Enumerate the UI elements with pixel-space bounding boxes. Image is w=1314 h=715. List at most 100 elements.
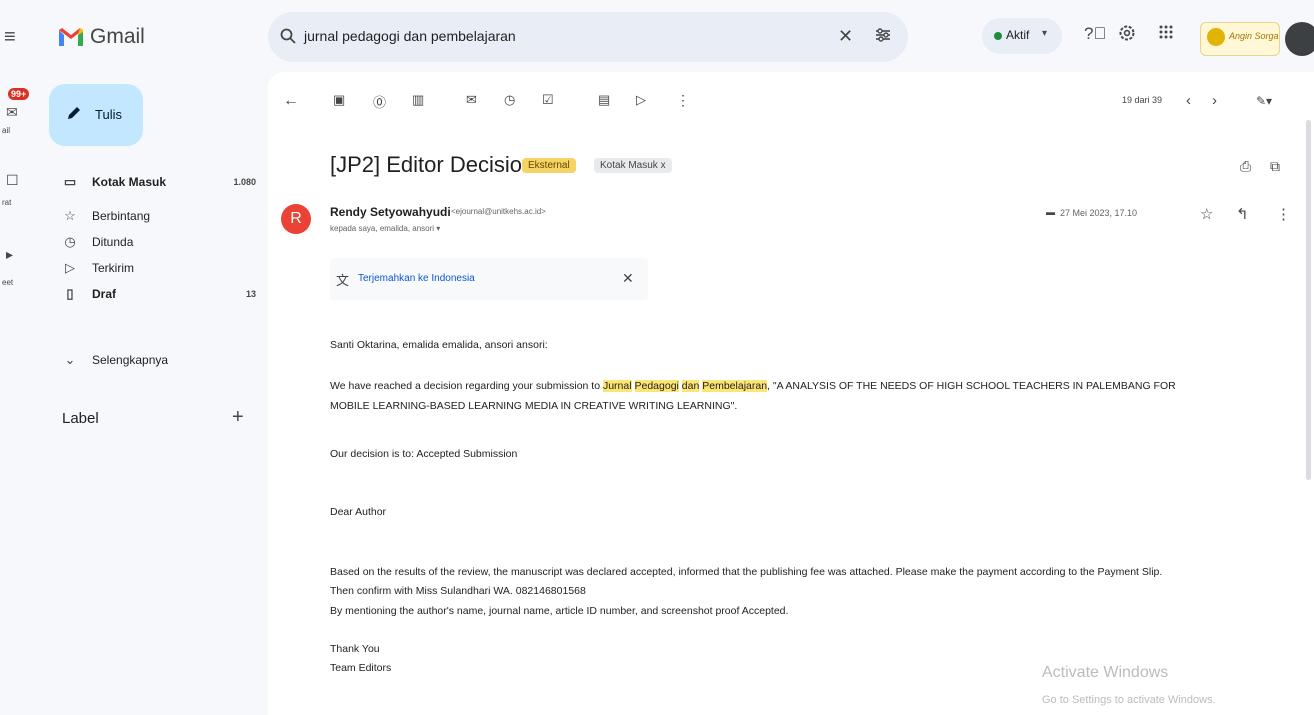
body-paragraph-2-line-1: Based on the results of the review, the …: [330, 566, 1163, 578]
nav-starred-label: Berbintang: [92, 209, 151, 223]
status-dot: [994, 32, 1002, 40]
clear-search-icon[interactable]: ✕: [838, 26, 853, 47]
body-paragraph-1: We have reached a decision regarding you…: [330, 380, 1176, 392]
help-icon[interactable]: ?⃝: [1084, 24, 1106, 44]
nav-snoozed[interactable]: ◷ Ditunda: [62, 228, 262, 256]
clock-icon: ◷: [64, 234, 76, 249]
mail-icon[interactable]: ✉: [6, 104, 18, 121]
more-vert-icon[interactable]: ⋮: [1276, 205, 1291, 223]
main-menu-icon[interactable]: ≡: [4, 26, 16, 49]
compose-label: Tulis: [95, 107, 122, 122]
chevron-left-icon[interactable]: ‹: [1186, 92, 1191, 109]
unread-badge: 99+: [8, 88, 30, 100]
search-bar[interactable]: jurnal pedagogi dan pembelajaran ✕: [268, 12, 908, 62]
gmail-wordmark: Gmail: [90, 25, 145, 48]
recipients-line[interactable]: kepada saya, emalida, ansori ▾: [330, 224, 440, 233]
nav-sent[interactable]: ▷ Terkirim: [62, 254, 262, 282]
nav-drafts[interactable]: ▯ Draf 13: [62, 280, 262, 308]
search-options-icon[interactable]: [874, 26, 892, 44]
chat-icon[interactable]: ☐: [6, 172, 19, 189]
snooze-icon[interactable]: ◷: [504, 92, 515, 108]
nav-more-label: Selengkapnya: [92, 353, 169, 367]
label-icon[interactable]: ▷: [636, 92, 646, 108]
gmail-m-icon: [59, 28, 83, 46]
nav-inbox[interactable]: ▭ Kotak Masuk 1.080: [62, 168, 262, 196]
search-icon[interactable]: [280, 28, 296, 44]
body-p1-pre: We have reached a decision regarding you…: [330, 380, 603, 392]
open-in-new-window-icon[interactable]: ⧉: [1270, 158, 1280, 175]
labels-heading: Label: [62, 410, 99, 427]
chevron-right-icon[interactable]: ›: [1212, 92, 1217, 109]
app-rail: ≡ 99+ ✉ ail ☐ rat ▸ eet: [0, 0, 38, 715]
logo-emblem: [1207, 28, 1225, 46]
sender-email: <ejournal@unitkehs.ac.id>: [451, 207, 546, 216]
attachment-icon: ▬: [1046, 207, 1055, 217]
pagination-count: 19 dari 39: [1122, 95, 1163, 105]
report-spam-icon[interactable]: ⓪: [373, 92, 386, 111]
body-p1-post: , "A ANALYSIS OF THE NEEDS OF HIGH SCHOO…: [767, 380, 1176, 392]
more-vert-icon[interactable]: ⋮: [676, 92, 690, 109]
highlight-term: Jurnal: [602, 380, 632, 392]
body-paragraph-2-line-2: Then confirm with Miss Sulandhari WA. 08…: [330, 585, 586, 597]
star-icon[interactable]: ☆: [1200, 205, 1213, 223]
meet-icon[interactable]: ▸: [6, 246, 13, 263]
close-icon[interactable]: ✕: [622, 270, 634, 287]
body-closing-1: Thank You: [330, 643, 380, 655]
nav-sent-label: Terkirim: [92, 261, 134, 275]
nav-drafts-count: 13: [245, 289, 256, 299]
body-closing-2: Team Editors: [330, 662, 392, 674]
sender-avatar: R: [281, 204, 311, 234]
settings-icon[interactable]: [1118, 24, 1136, 42]
organization-logo[interactable]: Angin Sorga: [1200, 22, 1280, 56]
nav-inbox-label: Kotak Masuk: [92, 175, 167, 189]
add-label-button[interactable]: +: [232, 406, 244, 429]
body-greeting: Santi Oktarina, emalida emalida, ansori …: [330, 339, 548, 351]
activate-windows-subtitle: Go to Settings to activate Windows.: [1042, 694, 1216, 706]
add-to-tasks-icon[interactable]: ☑: [542, 92, 554, 108]
translate-link[interactable]: Terjemahkan ke Indonesia: [358, 273, 475, 284]
highlight-term: Pedagogi: [634, 380, 679, 392]
message-date: 27 Mei 2023, 17.10: [1060, 208, 1138, 218]
compose-button[interactable]: Tulis: [49, 84, 143, 146]
status-label: Aktif: [1006, 28, 1030, 42]
star-icon: ☆: [64, 208, 76, 223]
rail-label-meet[interactable]: eet: [2, 278, 13, 287]
mark-unread-icon[interactable]: ✉: [466, 92, 477, 108]
draft-icon: ▯: [66, 286, 74, 301]
chevron-down-icon: ▾: [1042, 28, 1048, 39]
nav-drafts-label: Draf: [92, 287, 117, 301]
translate-bar: 文 Terjemahkan ke Indonesia ✕: [330, 258, 648, 300]
rail-label-chat[interactable]: rat: [2, 198, 11, 207]
print-icon[interactable]: ⎙: [1240, 158, 1251, 175]
archive-icon[interactable]: ▣: [333, 92, 345, 108]
inbox-icon: ▭: [63, 174, 77, 189]
translate-icon: 文: [336, 273, 350, 288]
body-paragraph-2-line-3: By mentioning the author's name, journal…: [330, 605, 789, 617]
inbox-label-chip[interactable]: Kotak Masuk x: [594, 158, 672, 173]
sender-name[interactable]: Rendy Setyowahyudi: [330, 205, 451, 219]
gmail-logo[interactable]: Gmail: [58, 25, 145, 49]
external-badge: Eksternal: [522, 158, 576, 173]
scrollbar[interactable]: [1306, 120, 1311, 480]
send-icon: ▷: [65, 260, 75, 275]
chevron-down-icon: ⌄: [64, 352, 76, 367]
delete-icon[interactable]: ▥: [412, 92, 424, 108]
body-paragraph-1-line-2: MOBILE LEARNING-BASED LEARNING MEDIA IN …: [330, 400, 738, 412]
input-tools-icon[interactable]: ✎▾: [1256, 94, 1272, 108]
rail-label-mail[interactable]: ail: [2, 126, 10, 135]
message-subject: [JP2] Editor Decision: [330, 152, 535, 177]
nav-inbox-count: 1.080: [233, 177, 256, 187]
apps-grid-icon[interactable]: [1158, 24, 1174, 40]
body-salutation: Dear Author: [330, 506, 387, 518]
logo-text: Angin Sorga: [1229, 31, 1279, 41]
highlight-term: dan: [681, 380, 700, 392]
move-to-icon[interactable]: ▤: [598, 92, 610, 108]
back-arrow-icon[interactable]: ←: [283, 92, 299, 110]
reply-icon[interactable]: ↰: [1236, 205, 1249, 223]
status-dropdown[interactable]: Aktif ▾: [982, 18, 1062, 54]
account-avatar[interactable]: [1285, 22, 1314, 56]
search-input[interactable]: jurnal pedagogi dan pembelajaran: [304, 28, 516, 44]
pencil-icon: [65, 104, 83, 122]
nav-more[interactable]: ⌄ Selengkapnya: [62, 346, 262, 374]
nav-starred[interactable]: ☆ Berbintang: [62, 202, 262, 230]
